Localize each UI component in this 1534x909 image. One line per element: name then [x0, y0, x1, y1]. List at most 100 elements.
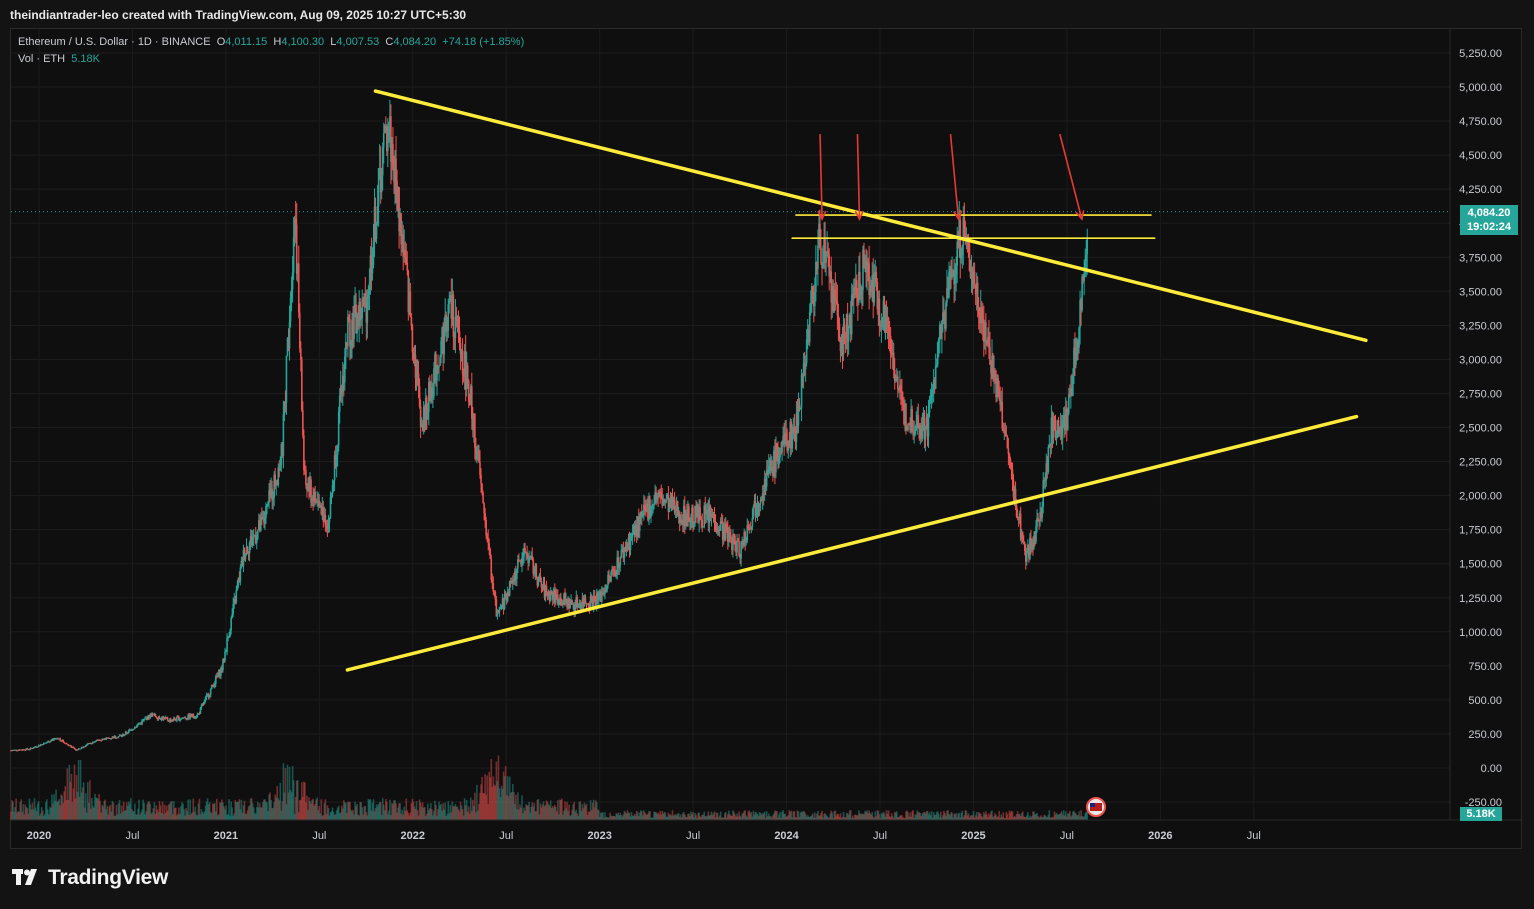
red-arrow	[819, 134, 823, 220]
x-tick-label: 2022	[401, 830, 425, 842]
candle-body	[438, 365, 440, 368]
candle-body	[230, 617, 232, 631]
candle-body	[406, 262, 409, 271]
volume-label: Vol · ETH	[18, 53, 66, 65]
x-tick-label: Jul	[873, 830, 887, 842]
y-tick-label: 3,250.00	[1459, 320, 1502, 332]
candle-body	[180, 718, 182, 720]
x-tick-label: 2020	[27, 830, 51, 842]
candle-body	[382, 133, 385, 148]
candle-body	[305, 470, 307, 485]
y-tick-label: 750.00	[1468, 661, 1502, 673]
symbol-legend[interactable]: Ethereum / U.S. Dollar · 1D · BINANCE O4…	[18, 36, 524, 48]
candle-body	[738, 540, 740, 556]
candle-body	[820, 247, 822, 263]
change-value: +74.18 (+1.85%)	[442, 36, 525, 48]
candle-body	[752, 506, 755, 518]
red-arrow	[949, 134, 960, 220]
y-tick-label: 1,000.00	[1459, 627, 1502, 639]
price-axis[interactable]: -250.000.00250.00500.00750.001,000.001,2…	[1449, 29, 1502, 820]
y-tick-label: 1,500.00	[1459, 559, 1502, 571]
volume-value: 5.18K	[71, 53, 100, 65]
x-tick-label: Jul	[686, 830, 700, 842]
candle-body	[452, 294, 455, 337]
tradingview-logo-icon	[12, 869, 37, 885]
x-tick-label: Jul	[312, 830, 326, 842]
candle-body	[239, 567, 242, 582]
x-tick-label: 2021	[214, 830, 238, 842]
candle-body	[256, 530, 259, 539]
y-tick-label: 3,500.00	[1459, 286, 1502, 298]
y-tick-label: 4,750.00	[1459, 116, 1502, 128]
candle-body	[896, 376, 899, 390]
y-tick-label: 2,250.00	[1459, 457, 1502, 469]
x-tick-label: 2024	[774, 830, 799, 842]
candle-body	[838, 323, 841, 339]
volume-bar	[292, 780, 295, 820]
symbol-name: Ethereum / U.S. Dollar · 1D · BINANCE	[18, 36, 211, 48]
flag-canton	[1090, 803, 1095, 807]
volume-tag: 5.18K	[1460, 807, 1502, 821]
red-arrow	[856, 134, 861, 220]
last-price-value: 4,084.20	[1467, 207, 1511, 219]
last-price-tag: 4,084.20 19:02:24	[1460, 205, 1518, 235]
candle-body	[480, 474, 482, 484]
y-tick-label: 500.00	[1468, 695, 1502, 707]
candle-body	[202, 704, 205, 706]
x-tick-label: Jul	[1247, 830, 1261, 842]
close-value: 4,084.20	[393, 36, 437, 48]
candle-body	[166, 718, 169, 721]
red-arrow	[1059, 133, 1083, 220]
volume-legend[interactable]: Vol · ETH 5.18K	[18, 53, 100, 65]
y-tick-label: 4,250.00	[1459, 184, 1502, 196]
x-tick-label: 2023	[587, 830, 611, 842]
y-tick-label: 5,250.00	[1459, 48, 1502, 60]
y-tick-label: 3,000.00	[1459, 354, 1502, 366]
flag-icon[interactable]	[1086, 797, 1106, 817]
grid	[11, 29, 1450, 820]
candle-body	[482, 492, 484, 504]
open-value: 4,011.15	[225, 36, 268, 48]
x-tick-label: Jul	[499, 830, 513, 842]
candle-body	[945, 302, 947, 329]
candle-body	[924, 428, 927, 440]
y-tick-label: 250.00	[1468, 729, 1502, 741]
trendlines[interactable]	[345, 89, 1368, 672]
tradingview-logo[interactable]: TradingView	[12, 866, 168, 890]
candle-body	[123, 734, 126, 736]
brand-name: TradingView	[48, 866, 169, 889]
candle-body	[808, 312, 811, 343]
candle-body	[32, 747, 35, 749]
candle-body	[1086, 237, 1089, 255]
candle-body	[235, 590, 238, 603]
candle-body	[63, 742, 66, 744]
candle-body	[535, 564, 538, 578]
y-tick-label: 3,750.00	[1459, 252, 1502, 264]
y-tick-label: 5,000.00	[1459, 82, 1502, 94]
candle-body	[569, 604, 571, 609]
candle-body	[209, 688, 212, 695]
candle-body	[701, 519, 704, 527]
candle-body	[466, 365, 469, 382]
candle-body	[973, 271, 976, 285]
candle-body	[934, 365, 937, 389]
y-tick-label: 2,500.00	[1459, 423, 1502, 435]
y-tick-label: 1,250.00	[1459, 593, 1502, 605]
candles	[10, 99, 1089, 752]
arrows[interactable]	[817, 133, 1085, 221]
price-chart[interactable]: -250.000.00250.00500.00750.001,000.001,2…	[0, 0, 1534, 909]
candle-body	[847, 326, 850, 342]
bar-countdown: 19:02:24	[1466, 221, 1512, 233]
candle-body	[545, 585, 548, 593]
y-tick-label: 4,500.00	[1459, 150, 1502, 162]
candle-body	[1047, 447, 1050, 472]
y-tick-label: 1,750.00	[1459, 525, 1502, 537]
volume-bars	[10, 755, 1089, 820]
x-tick-label: 2026	[1148, 830, 1172, 842]
candle-body	[736, 540, 738, 553]
low-value: 4,007.53	[336, 36, 380, 48]
candle-body	[375, 223, 378, 239]
time-axis[interactable]: 2020 Jul 2021 Jul 2022 Jul 2023 Jul 2024 Jul 2025 J…	[11, 819, 1522, 842]
candle-body	[224, 651, 226, 661]
y-tick-label: 2,000.00	[1459, 491, 1502, 503]
